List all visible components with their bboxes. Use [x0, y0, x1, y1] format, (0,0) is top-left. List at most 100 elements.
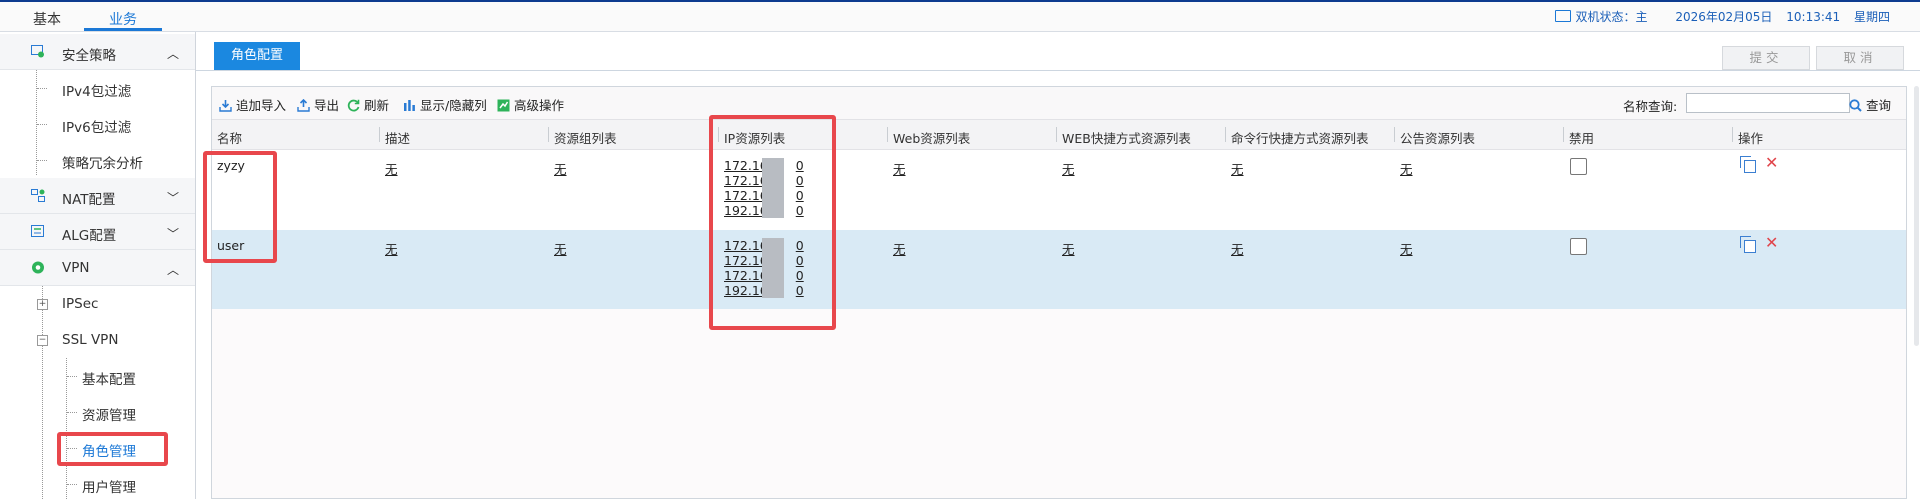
- copy-icon[interactable]: [1740, 236, 1756, 253]
- sidebar-item-label: 用户管理: [82, 480, 136, 496]
- tree-branch: [67, 484, 77, 485]
- search-input[interactable]: [1686, 93, 1850, 113]
- tab-business[interactable]: 业务: [109, 9, 137, 29]
- chevron-down-icon[interactable]: ﹀: [167, 189, 179, 206]
- cli-shortcut-value[interactable]: 无: [1231, 159, 1244, 178]
- web-shortcut-value[interactable]: 无: [1062, 159, 1075, 178]
- top-bar: 基本 业务 双机状态：主 2026年02月05日 10:13:41 星期四: [0, 0, 1920, 32]
- column-separator: [1056, 127, 1057, 142]
- groups-value[interactable]: 无: [554, 159, 567, 178]
- notice-value[interactable]: 无: [1400, 239, 1413, 258]
- table-row[interactable]: zyzy 无 无 172.16 0 172.16 0 172.16 0 192.16 0…: [212, 150, 1906, 230]
- column-header-desc[interactable]: 描述: [385, 128, 410, 147]
- copy-icon[interactable]: [1740, 156, 1756, 173]
- refresh-button[interactable]: 刷新: [347, 95, 389, 114]
- disable-checkbox[interactable]: [1570, 158, 1587, 175]
- disable-checkbox[interactable]: [1570, 238, 1587, 255]
- monitor-icon: [1555, 10, 1572, 22]
- table-header: 名称 描述 资源组列表 IP资源列表 Web资源列表 WEB快捷方式资源列表 命…: [212, 119, 1906, 150]
- columns-icon: [404, 100, 415, 111]
- submit-button[interactable]: 提交: [1722, 46, 1810, 70]
- search-icon: [1849, 99, 1862, 112]
- status-date: 2026年02月05日: [1675, 10, 1773, 24]
- column-separator: [1563, 127, 1564, 142]
- sidebar-item-label: 资源管理: [82, 408, 136, 424]
- import-label: 追加导入: [236, 98, 287, 113]
- column-header-notice[interactable]: 公告资源列表: [1400, 128, 1475, 147]
- column-header-web[interactable]: Web资源列表: [893, 128, 970, 147]
- status-time: 10:13:41: [1786, 10, 1841, 24]
- sidebar-item-label: IPv4包过滤: [62, 84, 132, 100]
- sidebar-item-label: 策略冗余分析: [62, 156, 143, 172]
- refresh-icon: [347, 99, 360, 112]
- cli-shortcut-value[interactable]: 无: [1231, 239, 1244, 258]
- sidebar-item-label: SSL VPN: [62, 332, 119, 348]
- sidebar-item-ssl-vpn[interactable]: − SSL VPN: [0, 322, 195, 358]
- column-header-groups[interactable]: 资源组列表: [554, 128, 617, 147]
- tree-branch: [37, 88, 47, 89]
- tab-divider: [196, 70, 1920, 71]
- table-toolbar: 追加导入 导出 刷新 显示/隐藏列 高级操作 名称查询: 查询: [212, 87, 1906, 119]
- vpn-icon: [32, 261, 44, 274]
- nat-icon: [31, 189, 45, 202]
- sidebar-item-user-mgmt[interactable]: 用户管理: [0, 466, 195, 502]
- advanced-icon: [497, 99, 510, 112]
- sidebar-item-ipsec[interactable]: + IPSec: [0, 286, 195, 322]
- delete-icon[interactable]: ✕: [1765, 235, 1778, 251]
- tree-branch: [37, 124, 47, 125]
- table-row[interactable]: user 无 无 172.16 0 172.16 0 172.16 0 192.16 0…: [212, 230, 1906, 309]
- delete-icon[interactable]: ✕: [1765, 155, 1778, 171]
- groups-value[interactable]: 无: [554, 239, 567, 258]
- column-separator: [1225, 127, 1226, 142]
- column-separator: [887, 127, 888, 142]
- column-separator: [379, 127, 380, 142]
- expand-icon[interactable]: +: [37, 299, 48, 310]
- column-separator: [548, 127, 549, 142]
- cancel-button[interactable]: 取消: [1816, 46, 1904, 70]
- tree-branch: [67, 412, 77, 413]
- chevron-up-icon[interactable]: ︿: [167, 45, 179, 62]
- status-weekday: 星期四: [1853, 10, 1890, 24]
- tab-role-config[interactable]: 角色配置: [214, 42, 300, 70]
- vertical-scrollbar[interactable]: [1914, 86, 1919, 346]
- import-button[interactable]: 追加导入: [219, 95, 286, 114]
- chevron-down-icon[interactable]: ﹀: [167, 225, 179, 242]
- highlight-box: [57, 432, 168, 466]
- columns-toggle-button[interactable]: 显示/隐藏列: [403, 95, 487, 114]
- search-button[interactable]: 查询: [1849, 95, 1891, 114]
- search-label: 名称查询:: [1623, 99, 1678, 114]
- alg-icon: [31, 225, 44, 237]
- sidebar-item-ssl-basic[interactable]: 基本配置: [0, 358, 195, 394]
- sidebar-item-label: VPN: [62, 260, 90, 276]
- web-shortcut-value[interactable]: 无: [1062, 239, 1075, 258]
- sidebar-item-policy-redundancy[interactable]: 策略冗余分析: [0, 142, 195, 178]
- tree-branch: [67, 376, 77, 377]
- highlight-box: [709, 115, 836, 330]
- sidebar-item-ipv4-filter[interactable]: IPv4包过滤: [0, 70, 195, 106]
- sidebar-item-nat[interactable]: NAT配置 ﹀: [0, 178, 195, 214]
- sidebar-item-vpn[interactable]: VPN ︿: [0, 250, 195, 286]
- advanced-button[interactable]: 高级操作: [497, 95, 564, 114]
- top-accent-line: [0, 0, 1920, 2]
- web-value[interactable]: 无: [893, 159, 906, 178]
- search-button-label: 查询: [1866, 98, 1892, 113]
- sidebar-item-label: 安全策略: [62, 48, 116, 64]
- notice-value[interactable]: 无: [1400, 159, 1413, 178]
- column-header-web-shortcut[interactable]: WEB快捷方式资源列表: [1062, 128, 1191, 147]
- sidebar-item-security-policy[interactable]: 安全策略 ︿: [0, 34, 195, 70]
- column-header-disabled[interactable]: 禁用: [1569, 128, 1594, 147]
- sidebar-item-resource-mgmt[interactable]: 资源管理: [0, 394, 195, 430]
- sidebar-item-ipv6-filter[interactable]: IPv6包过滤: [0, 106, 195, 142]
- export-button[interactable]: 导出: [297, 95, 339, 114]
- chevron-up-icon[interactable]: ︿: [167, 261, 179, 278]
- collapse-icon[interactable]: −: [37, 335, 48, 346]
- tab-basic[interactable]: 基本: [33, 9, 61, 29]
- column-header-name[interactable]: 名称: [217, 128, 242, 147]
- sidebar: 安全策略 ︿ IPv4包过滤 IPv6包过滤 策略冗余分析 NAT配置 ﹀ AL…: [0, 32, 196, 499]
- advanced-label: 高级操作: [514, 98, 565, 113]
- sidebar-item-alg[interactable]: ALG配置 ﹀: [0, 214, 195, 250]
- sidebar-item-label: IPSec: [62, 296, 99, 312]
- web-value[interactable]: 无: [893, 239, 906, 258]
- ha-status: 双机状态：主: [1575, 10, 1648, 24]
- column-header-cli-shortcut[interactable]: 命令行快捷方式资源列表: [1231, 128, 1369, 147]
